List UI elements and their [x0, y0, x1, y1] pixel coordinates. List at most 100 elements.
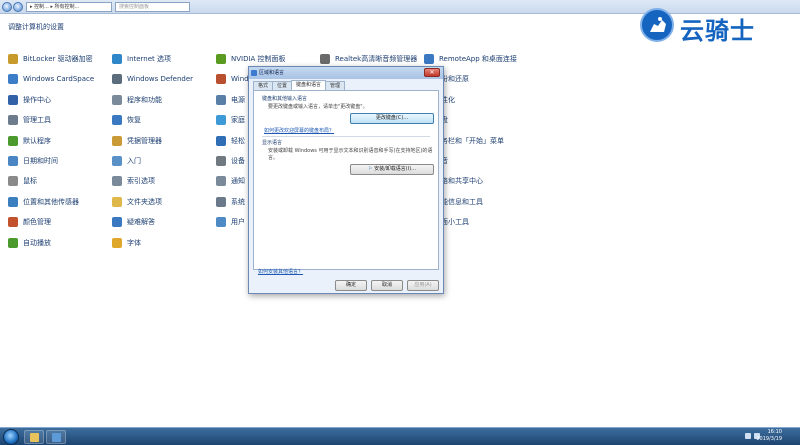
control-panel-item[interactable]: 入门: [112, 154, 141, 168]
dialog-title: 区域和语言: [259, 70, 285, 76]
install-other-languages-link[interactable]: 如何安装其他语言？: [258, 268, 303, 275]
system-icon: [216, 196, 226, 207]
clock-date: 2019/3/19: [756, 436, 782, 442]
control-panel-item-label: 任务栏和「开始」菜单: [434, 136, 504, 145]
control-panel-item-label: 恢复: [127, 116, 141, 125]
tab-administrative[interactable]: 管理: [325, 81, 346, 90]
taskbar-controlpanel-button[interactable]: [46, 430, 66, 444]
control-panel-item-label: Windows Defender: [127, 75, 194, 84]
tab-keyboards-languages[interactable]: 键盘和语言: [291, 80, 327, 90]
notification-icon: [216, 176, 226, 187]
search-input[interactable]: 搜索控制面板: [115, 2, 190, 12]
control-panel-item[interactable]: 管理工具: [8, 113, 51, 127]
control-panel-item-label: 轻松: [231, 136, 245, 145]
control-panel-item[interactable]: 日期和时间: [8, 154, 58, 168]
control-panel-item-label: Windows CardSpace: [23, 75, 95, 84]
display-language-label: 显示语言: [262, 140, 283, 146]
control-panel-item-label: Realtek高清晰音频管理器: [335, 55, 418, 63]
install-languages-button[interactable]: ⚐ 安装/卸载语言(I)...: [350, 164, 434, 175]
programs-icon: [112, 94, 122, 105]
tab-location[interactable]: 位置: [272, 81, 293, 90]
control-panel-item[interactable]: 自动播放: [8, 236, 51, 250]
control-panel-item[interactable]: Windows CardSpace: [8, 72, 94, 86]
back-button[interactable]: ‹: [2, 2, 12, 12]
apply-button[interactable]: 应用(A): [407, 280, 439, 291]
ok-button[interactable]: 确定: [335, 280, 367, 291]
control-panel-item[interactable]: 默认程序: [8, 134, 51, 148]
dialog-title-bar[interactable]: 区域和语言 ✕: [249, 67, 443, 79]
admin-tools-icon: [8, 115, 18, 126]
dialog-tabs: 格式 位置 键盘和语言 管理: [253, 80, 346, 90]
keyboard-description: 要更改键盘或输入语言，请单击"更改键盘"。: [268, 104, 368, 110]
control-panel-item[interactable]: 恢复: [112, 113, 141, 127]
control-panel-item[interactable]: 凭据管理器: [112, 134, 162, 148]
control-panel-item[interactable]: 电源: [216, 93, 245, 107]
control-panel-item[interactable]: 操作中心: [8, 93, 51, 107]
address-field[interactable]: ▸ 控制... ▸ 所有控制...: [26, 2, 112, 12]
clock-time: 16:10: [767, 429, 782, 435]
defender-icon: [112, 74, 122, 85]
control-panel-item[interactable]: 字体: [112, 236, 141, 250]
control-panel-item-label: 文件夹选项: [127, 197, 162, 206]
control-panel-item-label: 操作中心: [23, 95, 51, 104]
control-panel-item[interactable]: 鼠标: [8, 174, 37, 188]
control-panel-item[interactable]: 系统: [216, 195, 245, 209]
forward-button[interactable]: ›: [13, 2, 23, 12]
control-panel-item[interactable]: 家庭: [216, 113, 245, 127]
speaker-icon: [320, 54, 330, 64]
folder-icon: [30, 433, 39, 442]
control-panel-item-label: 索引选项: [127, 177, 155, 186]
control-panel-item[interactable]: Windows Defender: [112, 72, 193, 86]
control-panel-item-label: RemoteApp 和桌面连接: [439, 55, 517, 63]
control-panel-item[interactable]: 颜色管理: [8, 215, 51, 229]
remote-desktop-icon: [424, 54, 434, 64]
control-panel-item-label: 家庭: [231, 116, 245, 125]
credentials-icon: [112, 135, 122, 146]
control-panel-item-label: 系统: [231, 197, 245, 206]
control-panel-item[interactable]: 索引选项: [112, 174, 155, 188]
tray-clock[interactable]: 16:10 2019/3/19: [756, 429, 782, 443]
keyboard-group-label: 键盘和其他输入语言: [262, 96, 308, 102]
control-panel-item[interactable]: 任务栏和「开始」菜单: [434, 134, 504, 148]
change-keyboard-button[interactable]: 更改键盘(C)...: [350, 113, 434, 124]
color-icon: [8, 217, 18, 228]
index-icon: [112, 176, 122, 187]
control-panel-item[interactable]: 设备: [216, 154, 245, 168]
power-icon: [216, 94, 226, 105]
control-panel-item[interactable]: Internet 选项: [112, 52, 171, 66]
control-panel-item-label: 日期和时间: [23, 157, 58, 165]
start-button[interactable]: [3, 429, 19, 445]
install-languages-label: 安装/卸载语言(I)...: [374, 166, 416, 172]
control-panel-item[interactable]: 程序和功能: [112, 93, 162, 107]
ease-access-icon: [216, 135, 226, 146]
keyboard-layout-link[interactable]: 如何更改欢迎屏幕的键盘布局？: [264, 127, 334, 134]
control-panel-item[interactable]: 通知: [216, 174, 245, 188]
control-panel-item-label: 设备: [231, 157, 245, 165]
control-panel-item[interactable]: 疑难解答: [112, 215, 155, 229]
autoplay-icon: [8, 237, 18, 248]
control-panel-item[interactable]: RemoteApp 和桌面连接: [424, 52, 517, 66]
taskbar-explorer-button[interactable]: [24, 430, 44, 444]
cancel-button[interactable]: 取消: [371, 280, 403, 291]
control-panel-item[interactable]: Wind: [216, 72, 249, 86]
network-tray-icon[interactable]: [745, 433, 751, 439]
control-panel-item-label: 疑难解答: [127, 218, 155, 227]
users-icon: [216, 217, 226, 228]
control-panel-item-label: NVIDIA 控制面板: [231, 55, 286, 63]
control-panel-item[interactable]: 文件夹选项: [112, 195, 162, 209]
control-panel-item[interactable]: 轻松: [216, 134, 245, 148]
control-panel-item[interactable]: 位置和其他传感器: [8, 195, 79, 209]
control-panel-item-label: 用户: [231, 218, 245, 227]
close-button[interactable]: ✕: [424, 68, 440, 77]
control-panel-item[interactable]: NVIDIA 控制面板: [216, 52, 286, 66]
control-panel-item[interactable]: Realtek高清晰音频管理器: [320, 52, 417, 66]
tab-panel: 键盘和其他输入语言 要更改键盘或输入语言，请单击"更改键盘"。 更改键盘(C).…: [253, 90, 439, 275]
page-title: 调整计算机的设置: [8, 23, 64, 31]
control-panel-item[interactable]: 用户: [216, 215, 245, 229]
control-panel-item[interactable]: BitLocker 驱动器加密: [8, 52, 93, 66]
control-panel-item-label: 默认程序: [23, 136, 51, 145]
key-icon: [8, 54, 18, 64]
mouse-icon: [8, 176, 18, 187]
display-description-line-2: 言。: [268, 155, 279, 161]
tab-formats[interactable]: 格式: [253, 81, 274, 90]
